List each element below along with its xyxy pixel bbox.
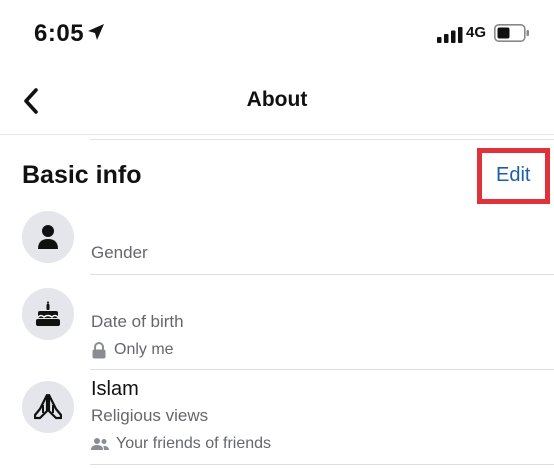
friends-icon [91, 438, 109, 450]
section-top-divider [90, 139, 554, 140]
cake-icon [22, 288, 74, 340]
row-value: Islam [91, 378, 139, 400]
row-divider [90, 274, 554, 275]
praying-hands-icon [22, 381, 74, 433]
page-title: About [246, 88, 308, 111]
signal-bars-icon [437, 27, 463, 43]
edit-button[interactable]: Edit [496, 164, 530, 187]
person-icon [22, 211, 74, 263]
section-title: Basic info [22, 161, 142, 189]
nav-divider [0, 134, 554, 135]
row-divider [90, 464, 554, 465]
location-arrow-icon [88, 24, 104, 40]
nav-bar: About [0, 62, 554, 137]
privacy-label: Your friends of friends [116, 435, 272, 452]
status-bar: 6:05 4G [0, 0, 554, 62]
row-label: Gender [91, 243, 148, 262]
row-divider [90, 369, 554, 370]
status-time: 6:05 [34, 20, 85, 47]
battery-icon [494, 24, 529, 42]
row-label: Religious views [91, 406, 209, 425]
row-label: Date of birth [91, 312, 184, 331]
privacy-label: Only me [114, 341, 174, 358]
lock-icon [92, 341, 106, 358]
network-type: 4G [466, 24, 487, 41]
privacy-indicator: Only me [91, 341, 174, 359]
privacy-indicator: Your friends of friends [91, 435, 271, 453]
